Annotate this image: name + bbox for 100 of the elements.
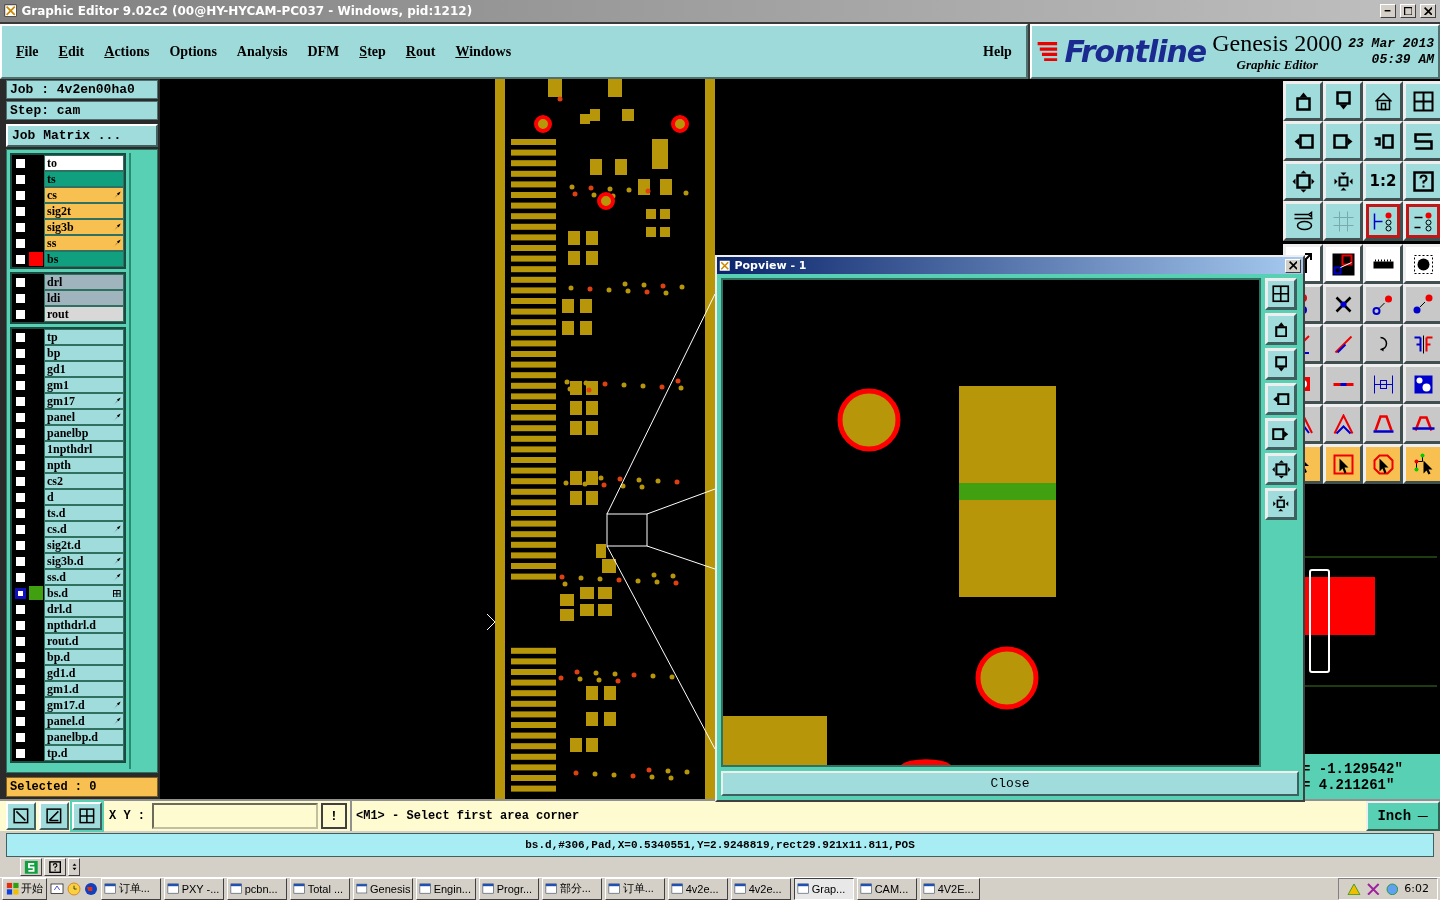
shrink-arrows-button[interactable] [1265,488,1297,521]
move-circle-button[interactable] [1363,284,1403,325]
menu-item[interactable]: Options [169,43,217,60]
layer-name[interactable]: gm17 [44,393,124,410]
layer-checkbox[interactable] [14,587,26,599]
mirror-button[interactable] [1403,324,1440,365]
layer-name[interactable]: bs.d [44,585,124,602]
layer-name[interactable]: ss [44,235,124,252]
taskbar-button[interactable]: 订单... [101,878,162,900]
layer-name[interactable]: sig2t.d [44,537,124,554]
layer-name[interactable]: ts [44,171,124,188]
grid-window-button[interactable] [1265,278,1297,311]
box-arrow-right-button[interactable] [1323,121,1363,162]
menu-item[interactable]: File [16,43,39,60]
units-button[interactable]: Inch [1366,801,1440,832]
arch-line-button[interactable] [1403,404,1440,445]
taskbar-button[interactable]: Progr... [479,878,540,900]
taskbar-button[interactable]: 4v2e... [731,878,792,900]
layer-name[interactable]: cs.d [44,521,124,538]
layer-checkbox[interactable] [14,667,26,679]
layer-name[interactable]: gd1.d [44,665,124,682]
layer-name[interactable]: npth [44,457,124,474]
taskbar-button[interactable]: PXY -... [164,878,225,900]
grid-button[interactable] [1323,201,1363,242]
cursor-box-button[interactable] [1323,444,1363,485]
layer-name[interactable]: ts.d [44,505,124,522]
shrink-arrows-button[interactable] [1323,161,1363,202]
layer-name[interactable]: gm1.d [44,681,124,698]
line-dots-button[interactable] [1323,364,1363,405]
box-arrow-up-button[interactable] [1265,313,1297,346]
rotate-button[interactable] [1363,324,1403,365]
layer-name[interactable]: bs [44,251,124,268]
layer-checkbox[interactable] [14,619,26,631]
layer-name[interactable]: d [44,489,124,506]
layer-name[interactable]: panelbp [44,425,124,442]
close-button[interactable]: Close [721,771,1299,796]
layer-checkbox[interactable] [14,411,26,423]
close-button[interactable] [1420,3,1436,18]
layer-checkbox[interactable] [14,603,26,615]
layer-checkbox[interactable] [14,237,26,249]
layer-checkbox[interactable] [14,699,26,711]
slash-line-button[interactable] [1323,324,1363,365]
xy-input-field[interactable] [152,803,318,830]
layer-checkbox[interactable] [14,173,26,185]
layer-name[interactable]: panel.d [44,713,124,730]
minimize-button[interactable] [1380,3,1396,18]
cursor-octagon-button[interactable] [1363,444,1403,485]
confirm-button[interactable]: ! [321,803,347,830]
layer-name[interactable]: gd1 [44,361,124,378]
layer-checkbox[interactable] [14,189,26,201]
layer-name[interactable]: rout.d [44,633,124,650]
layer-checkbox[interactable] [14,276,26,288]
maximize-button[interactable] [1400,3,1416,18]
triangle-arrow-button[interactable] [1323,404,1363,445]
taskbar-button[interactable]: 部分... [542,878,603,900]
layer-checkbox[interactable] [14,683,26,695]
circuit-lights-button[interactable] [1363,201,1403,242]
layer-checkbox[interactable] [14,555,26,567]
taskbar-button[interactable]: Grap... [794,878,855,900]
ruler-button[interactable] [1363,244,1403,285]
resize-button[interactable] [1363,364,1403,405]
layer-checkbox[interactable] [14,205,26,217]
expand-arrows-button[interactable] [1265,453,1297,486]
layer-checkbox[interactable] [14,651,26,663]
taskbar-button[interactable]: Total ... [290,878,351,900]
layer-name[interactable]: tp.d [44,745,124,762]
layer-name[interactable]: sig3b.d [44,553,124,570]
dot-square-button[interactable] [1403,244,1440,285]
layer-checkbox[interactable] [14,571,26,583]
box-arrow-right-button[interactable] [1265,418,1297,451]
layer-name[interactable]: gm1 [44,377,124,394]
s-path-button[interactable] [1403,121,1440,162]
arch-button[interactable] [1363,404,1403,445]
menu-item[interactable]: Help [983,43,1012,60]
menu-item[interactable]: Windows [455,43,512,60]
undo-box-button[interactable] [1363,121,1403,162]
layer-name[interactable]: cs2 [44,473,124,490]
layer-checkbox[interactable] [14,635,26,647]
taskbar-button[interactable]: 订单... [605,878,666,900]
box-arrow-down-button[interactable] [1323,81,1363,122]
expand-arrows-button[interactable] [1283,161,1323,202]
box-arrow-left-button[interactable] [1265,383,1297,416]
cursor-path-button[interactable] [1403,444,1440,485]
menu-item[interactable]: Rout [405,43,436,60]
layer-name[interactable]: ldi [44,290,124,307]
taskbar-button[interactable]: 4v2e... [668,878,729,900]
zoom-ratio-button[interactable]: 1:2 [1363,161,1403,202]
close-button[interactable] [1285,258,1301,273]
slash-box-button[interactable] [39,802,69,831]
layer-checkbox[interactable] [14,459,26,471]
menu-item[interactable]: DFM [307,43,340,60]
layer-name[interactable]: to [44,155,124,172]
move-dot-button[interactable] [1403,284,1440,325]
layer-checkbox[interactable] [14,221,26,233]
layer-checkbox[interactable] [14,347,26,359]
circuit-lights-button[interactable] [1403,201,1440,242]
layer-name[interactable]: tp [44,329,124,346]
layer-checkbox[interactable] [14,491,26,503]
box-arrow-left-button[interactable] [1283,121,1323,162]
layer-name[interactable]: cs [44,187,124,204]
